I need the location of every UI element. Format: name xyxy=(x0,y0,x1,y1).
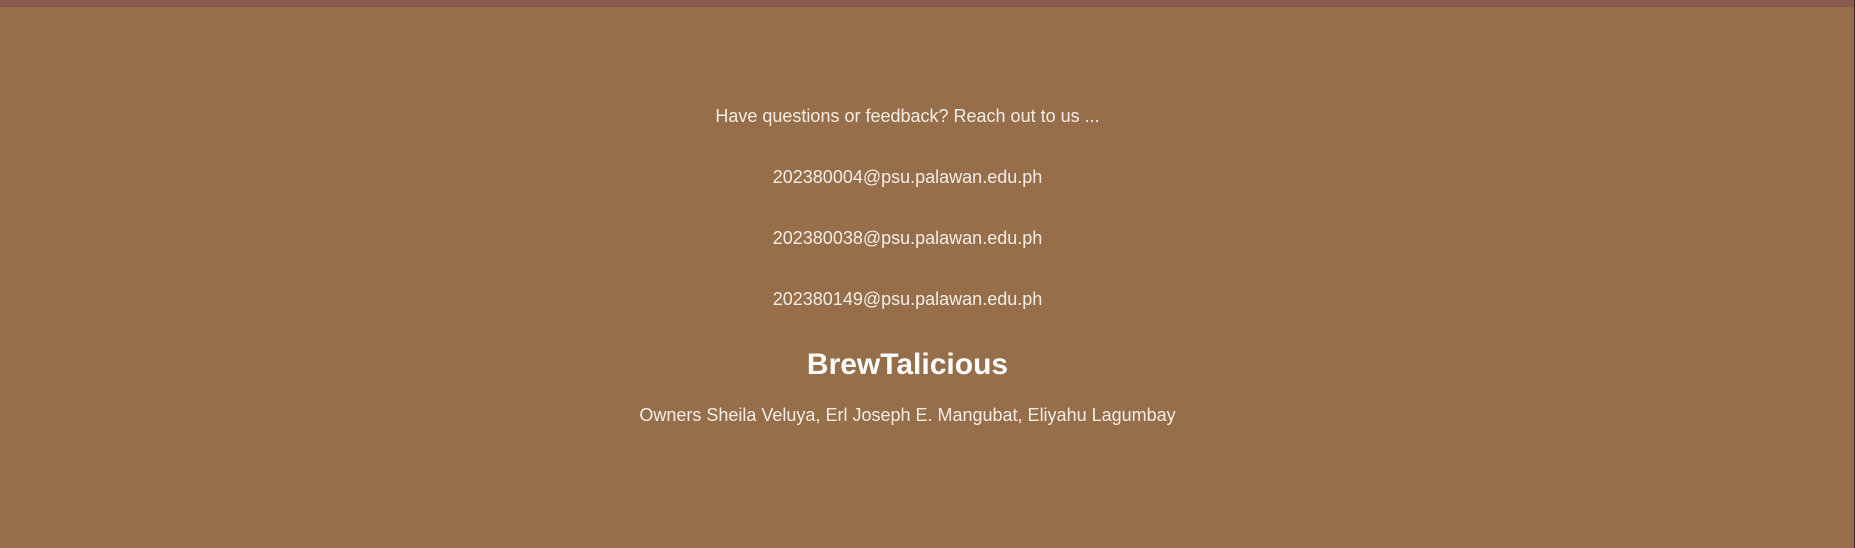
owners-text: Owners Sheila Veluya, Erl Joseph E. Mang… xyxy=(639,405,1176,425)
page: Have questions or feedback? Reach out to… xyxy=(0,0,1855,548)
brand-name: BrewTalicious xyxy=(806,348,1009,381)
contact-footer: Have questions or feedback? Reach out to… xyxy=(0,0,1855,548)
email-link-2[interactable]: 202380038@psu.palawan.edu.ph xyxy=(0,228,1815,249)
contact-prompt: Have questions or feedback? Reach out to… xyxy=(715,106,1100,126)
email-link-3[interactable]: 202380149@psu.palawan.edu.ph xyxy=(0,289,1815,310)
email-link-1[interactable]: 202380004@psu.palawan.edu.ph xyxy=(0,167,1815,188)
